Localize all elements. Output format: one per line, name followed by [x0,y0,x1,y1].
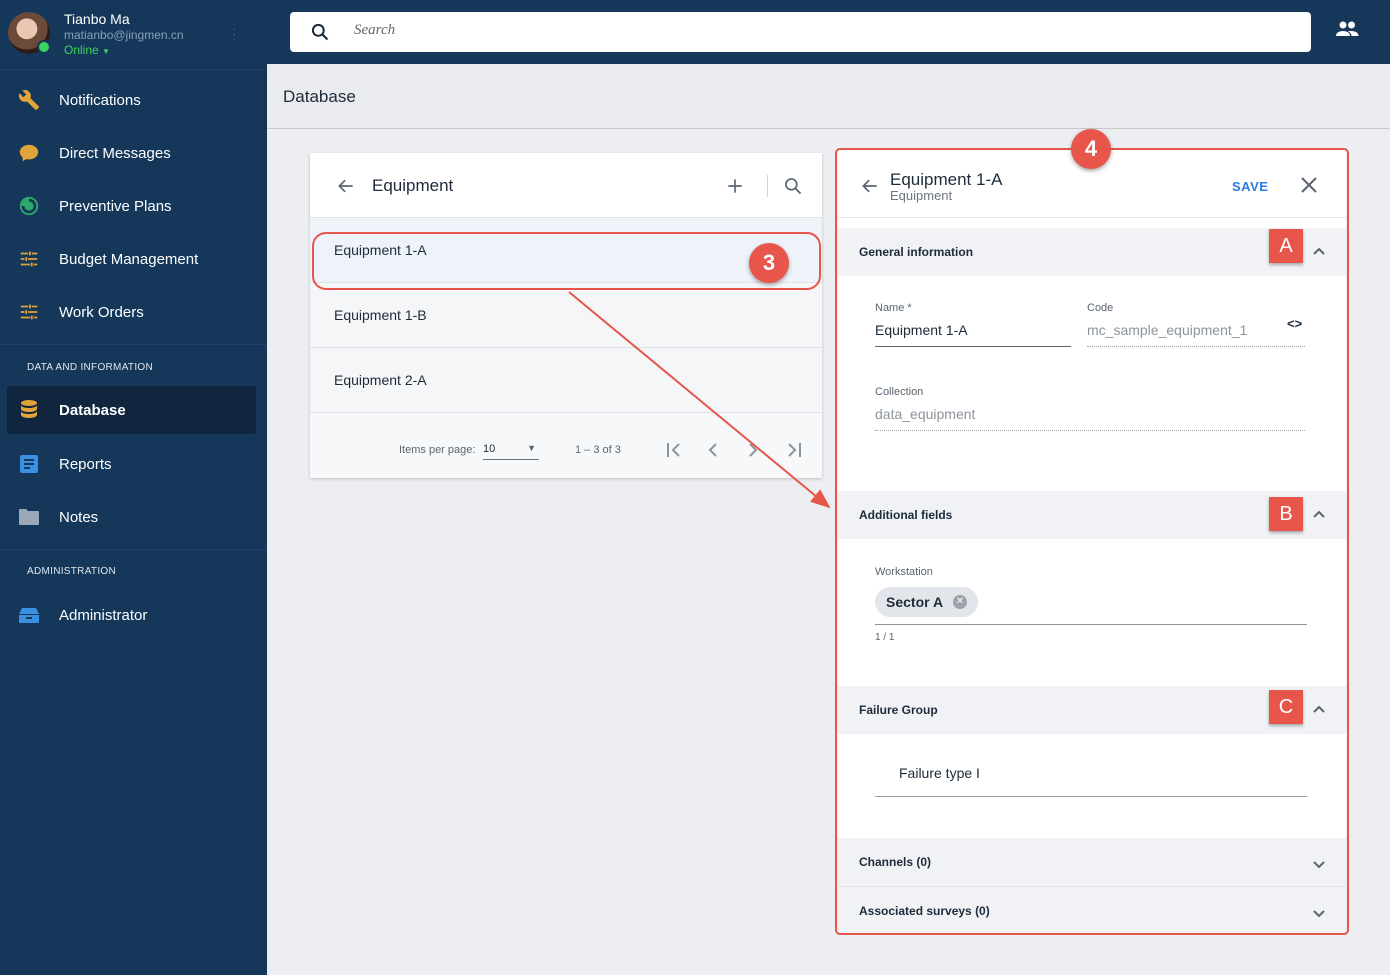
nav-item-reports[interactable]: Reports [7,440,256,488]
items-per-page-select[interactable]: 10 ▼ [483,440,539,460]
sliders-icon [0,248,59,270]
nav-item-work-orders[interactable]: Work Orders [7,288,256,336]
search-input[interactable] [354,22,1254,39]
top-bar [267,0,1390,64]
list-item[interactable]: Equipment 1-B [310,283,822,348]
header-divider [767,175,768,197]
section-title-data: DATA AND INFORMATION [27,362,154,373]
nav-label: Reports [59,455,112,473]
nav-label: Preventive Plans [59,197,172,215]
report-icon [0,454,59,474]
page-range: 1 – 3 of 3 [575,444,621,456]
annotation-label-c: C [1269,690,1303,724]
prev-page-icon[interactable] [706,441,720,462]
caret-down-icon: ▼ [102,47,110,56]
folder-icon [0,508,59,526]
paginator: Items per page: 10 ▼ 1 – 3 of 3 [310,423,822,478]
annotation-step-4: 4 [1071,129,1111,169]
last-page-icon[interactable] [784,441,804,462]
list-item[interactable]: Equipment 2-A [310,348,822,413]
page-title: Database [283,87,356,106]
online-indicator [37,40,51,54]
section-title-admin: ADMINISTRATION [27,566,117,577]
nav-item-notifications[interactable]: Notifications [7,76,256,124]
annotation-label-b: B [1269,497,1303,531]
people-icon[interactable] [1335,20,1359,43]
nav-item-notes[interactable]: Notes [7,493,256,541]
search-icon[interactable] [783,176,803,201]
nav-label: Database [59,401,126,419]
annotation-label-a: A [1269,229,1303,263]
sliders-icon [0,301,59,323]
add-icon[interactable] [725,176,745,201]
list-item-label: Equipment 1-B [334,307,427,323]
page-header: Database [267,64,1390,128]
sidebar: Tianbo Ma matianbo@jingmen.cn Online ▼ ·… [0,0,267,975]
sidebar-divider [0,549,267,550]
items-per-page-label: Items per page: [399,444,476,456]
user-status-dropdown[interactable]: Online ▼ [64,43,110,57]
list-header: Equipment [310,153,822,218]
back-arrow-icon[interactable] [336,176,356,201]
annotation-highlight-row [312,232,821,290]
more-vert-icon[interactable]: · · · [232,21,237,45]
database-icon [0,399,59,421]
annotation-step-3: 3 [749,243,789,283]
nav-label: Administrator [59,606,148,624]
nav-item-preventive-plans[interactable]: Preventive Plans [7,182,256,230]
equipment-list-panel: Equipment Equipment 1-A Equipment 1-B Eq… [310,153,822,478]
next-page-icon[interactable] [746,441,760,462]
nav-label: Budget Management [59,250,199,268]
nav-label: Direct Messages [59,144,171,162]
admin-icon [0,606,59,624]
items-per-page-value: 10 [483,443,496,455]
nav-item-administrator[interactable]: Administrator [7,591,256,639]
user-profile: Tianbo Ma matianbo@jingmen.cn Online ▼ ·… [0,0,267,70]
caret-down-icon: ▼ [527,443,536,453]
list-item-label: Equipment 2-A [334,372,427,388]
first-page-icon[interactable] [664,441,684,462]
chat-icon [0,142,59,164]
search-icon [310,22,330,47]
sidebar-divider [0,344,267,345]
nav-item-budget-management[interactable]: Budget Management [7,235,256,283]
user-name: Tianbo Ma [64,11,130,27]
nav-label: Notes [59,508,99,526]
user-email: matianbo@jingmen.cn [64,28,184,42]
plan-icon [0,195,59,217]
nav-item-database[interactable]: Database [7,386,256,434]
search-box[interactable] [290,12,1311,52]
wrench-icon [0,89,59,111]
list-title: Equipment [372,176,454,195]
nav-item-direct-messages[interactable]: Direct Messages [7,129,256,177]
user-status-label: Online [64,43,99,57]
annotation-highlight-detail [835,148,1349,935]
nav-label: Notifications [59,91,141,109]
nav-label: Work Orders [59,303,144,321]
